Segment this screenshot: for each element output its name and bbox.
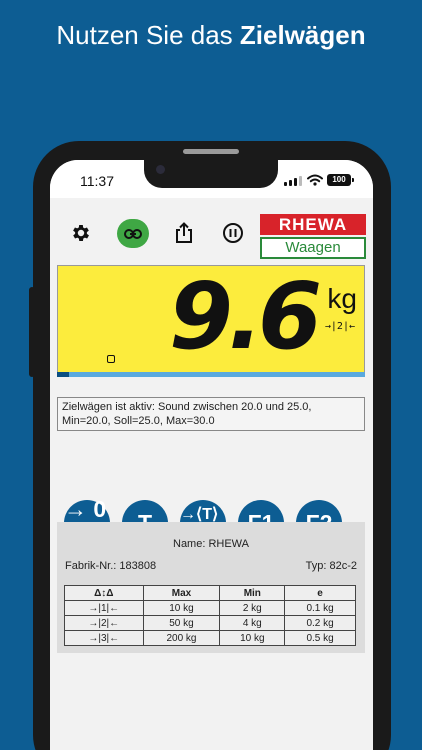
rhewa-logo: RHEWA Waagen <box>260 214 366 259</box>
plate-name: Name: RHEWA <box>173 538 249 550</box>
table-cell: →|3|← <box>64 630 144 646</box>
app-content: RHEWA Waagen 9.6 kg →|2|← Zielwägen ist … <box>50 198 373 750</box>
table-cell: 10 kg <box>142 600 221 616</box>
gear-icon[interactable] <box>66 218 96 248</box>
table-header: Δ↕Δ <box>64 585 144 601</box>
plate-typ: Typ: 82c-2 <box>305 560 357 572</box>
table-cell: 0.5 kg <box>284 630 356 646</box>
phone-speaker <box>183 149 239 154</box>
table-cell: 2 kg <box>219 600 286 616</box>
progress-fill <box>57 372 70 377</box>
link-icon <box>124 228 142 239</box>
link-button[interactable] <box>117 219 149 248</box>
table-cell: 10 kg <box>219 630 286 646</box>
share-icon[interactable] <box>169 218 199 248</box>
logo-bottom: Waagen <box>260 237 366 259</box>
type-plate: Name: RHEWA Fabrik-Nr.: 183808 Typ: 82c-… <box>57 522 365 653</box>
phone-screen: 11:37 100 RHEWA Waagen 9.6 kg →|2|← Ziel… <box>50 160 373 750</box>
table-cell: 4 kg <box>219 615 286 631</box>
zero-indicator-icon <box>107 355 115 363</box>
headline-prefix: Nutzen Sie das <box>56 20 240 50</box>
status-time: 11:37 <box>80 173 114 189</box>
table-row: →|3|← 200 kg 10 kg 0.5 kg <box>64 630 356 646</box>
range-table: Δ↕Δ Max Min e →|1|← 10 kg 2 kg 0.1 kg →|… <box>64 585 356 646</box>
target-weighing-info: Zielwägen ist aktiv: Sound zwischen 20.0… <box>57 397 365 431</box>
table-cell: →|1|← <box>64 600 144 616</box>
table-header: Min <box>219 585 286 601</box>
weight-unit: kg <box>327 283 357 314</box>
camera-notch <box>144 160 278 188</box>
table-cell: 0.1 kg <box>284 600 356 616</box>
table-header: Max <box>142 585 221 601</box>
table-header-row: Δ↕Δ Max Min e <box>64 585 356 601</box>
wifi-icon <box>307 174 323 186</box>
weight-display: 9.6 kg →|2|← <box>57 265 365 377</box>
weight-value: 9.6 <box>169 263 322 370</box>
headline: Nutzen Sie das Zielwägen <box>0 20 422 51</box>
table-cell: 50 kg <box>142 615 221 631</box>
logo-top: RHEWA <box>260 214 366 235</box>
headline-emphasis: Zielwägen <box>239 20 366 50</box>
battery-indicator: 100 <box>327 174 354 186</box>
signal-icon <box>284 176 302 186</box>
plate-fabrik-nr: Fabrik-Nr.: 183808 <box>65 560 157 572</box>
table-cell: 0.2 kg <box>284 615 356 631</box>
table-row: →|2|← 50 kg 4 kg 0.2 kg <box>64 615 356 631</box>
target-progress-bar <box>57 372 365 377</box>
range-indicator: →|2|← <box>324 321 355 332</box>
table-cell: →|2|← <box>64 615 144 631</box>
phone-side-button <box>29 287 35 377</box>
camera-icon <box>156 165 165 174</box>
table-header: e <box>284 585 356 601</box>
table-row: →|1|← 10 kg 2 kg 0.1 kg <box>64 600 356 616</box>
pause-icon[interactable] <box>218 218 248 248</box>
table-cell: 200 kg <box>142 630 221 646</box>
